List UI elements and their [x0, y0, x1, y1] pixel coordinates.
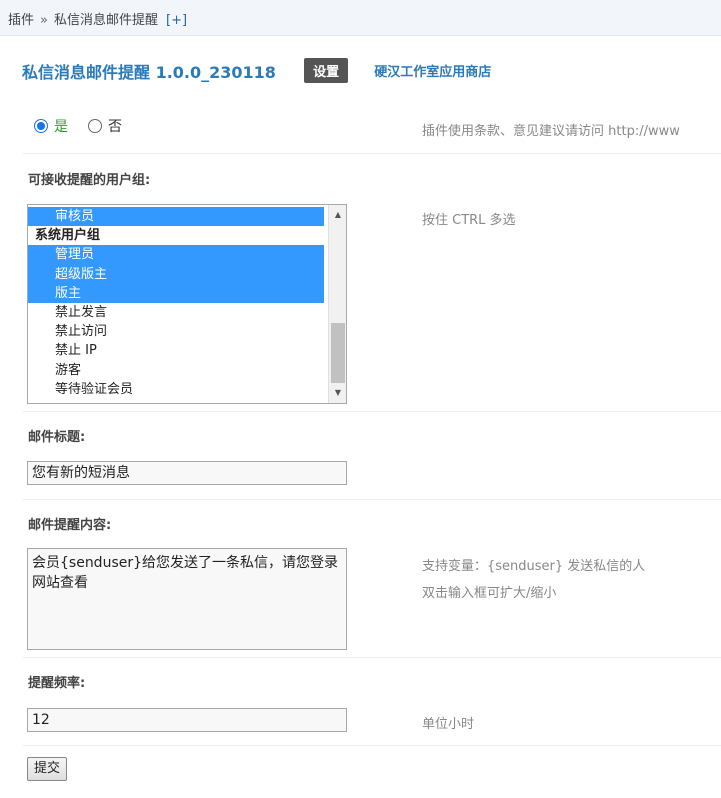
enable-yes-radio[interactable] — [34, 119, 48, 133]
listbox-scrollbar[interactable]: ▲ ▼ — [328, 205, 346, 403]
title-row: 私信消息邮件提醒 1.0.0_230118 设置 硬汉工作室应用商店 — [22, 58, 491, 84]
settings-button[interactable]: 设置 — [304, 58, 349, 83]
breadcrumb-separator: » — [40, 13, 48, 28]
groups-label: 可接收提醒的用户组: — [28, 173, 151, 188]
row-divider — [22, 153, 721, 154]
listbox-option[interactable]: 超级版主 — [28, 264, 324, 284]
listbox-option[interactable]: 游客 — [28, 361, 324, 380]
frequency-hint: 单位小时 — [422, 717, 475, 732]
listbox-option[interactable]: 禁止访问 — [28, 322, 324, 341]
enable-no-radio[interactable] — [88, 119, 102, 133]
page-title: 私信消息邮件提醒 1.0.0_230118 — [22, 62, 276, 82]
enable-yes-label[interactable]: 是 — [54, 116, 68, 136]
breadcrumb-current: 私信消息邮件提醒 — [53, 13, 158, 28]
row-divider — [22, 657, 721, 658]
enable-no-label[interactable]: 否 — [108, 116, 122, 136]
enable-radio-group: 是否 — [34, 116, 142, 136]
scrollbar-thumb[interactable] — [331, 323, 345, 383]
frequency-label: 提醒频率: — [28, 676, 86, 691]
row-divider — [22, 411, 721, 412]
breadcrumb-root[interactable]: 插件 — [8, 13, 34, 28]
listbox-option[interactable]: 禁止 IP — [28, 341, 324, 360]
user-group-listbox[interactable]: 审核员 系统用户组 管理员 超级版主 版主 禁止发言 禁止访问 禁止 IP 游客 等待验证会员 ▲… — [27, 204, 347, 404]
terms-hint: 插件使用条款、意见建议请访问 http://www — [422, 124, 680, 139]
submit-button[interactable]: 提交 — [27, 757, 68, 781]
app-store-link[interactable]: 硬汉工作室应用商店 — [374, 61, 491, 80]
groups-hint: 按住 CTRL 多选 — [422, 213, 516, 228]
content-hint-resize: 双击输入框可扩大/缩小 — [422, 586, 557, 601]
subject-input[interactable]: 您有新的短消息 — [27, 461, 347, 485]
listbox-optgroup: 系统用户组 — [35, 228, 101, 244]
listbox-options: 审核员 系统用户组 管理员 超级版主 版主 禁止发言 禁止访问 禁止 IP 游客 等待验证会员 — [28, 207, 324, 399]
row-divider — [22, 745, 721, 746]
scroll-down-arrow-icon[interactable]: ▼ — [329, 385, 346, 401]
listbox-option[interactable]: 禁止发言 — [28, 303, 324, 322]
scroll-up-arrow-icon[interactable]: ▲ — [329, 207, 346, 223]
breadcrumb: 插件 » 私信消息邮件提醒 [+] — [8, 9, 187, 28]
listbox-option[interactable]: 等待验证会员 — [28, 380, 324, 399]
row-divider — [22, 499, 721, 500]
add-shortcut-link[interactable]: [+] — [166, 13, 187, 28]
content-label: 邮件提醒内容: — [28, 518, 112, 533]
frequency-input[interactable]: 12 — [27, 708, 347, 732]
content-hint-variables: 支持变量：{senduser} 发送私信的人 — [422, 559, 646, 574]
subject-label: 邮件标题: — [28, 430, 86, 445]
listbox-option[interactable]: 版主 — [28, 283, 324, 303]
content-textarea[interactable]: 会员{senduser}给您发送了一条私信，请您登录网站查看 — [27, 548, 347, 650]
top-bar: 插件 » 私信消息邮件提醒 [+] — [0, 0, 721, 36]
listbox-option[interactable]: 管理员 — [28, 245, 324, 265]
listbox-option[interactable]: 审核员 — [28, 207, 324, 227]
